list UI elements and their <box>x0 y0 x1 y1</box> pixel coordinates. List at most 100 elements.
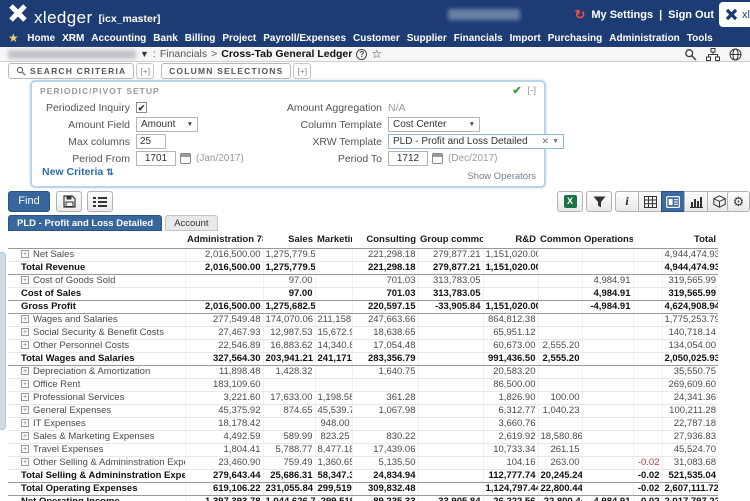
new-criteria-link[interactable]: New Criteria ⇅ <box>42 166 114 178</box>
column-header[interactable]: Total <box>662 232 718 249</box>
nav-item-home[interactable]: Home <box>24 33 59 44</box>
column-template-select[interactable]: Cost Center▼ <box>388 117 480 132</box>
nav-item-administration[interactable]: Administration <box>606 33 684 44</box>
row-label[interactable]: Social Security & Benefit Costs <box>33 327 164 338</box>
info-view-button[interactable]: i <box>615 191 639 212</box>
clear-icon[interactable]: ✕ <box>539 136 553 147</box>
xledger-badge[interactable]: xledger <box>719 2 750 27</box>
column-header[interactable]: Sales <box>263 232 315 249</box>
row-label[interactable]: Total Selling & Admininstration Expenses <box>21 470 185 481</box>
search-icon[interactable] <box>684 48 697 61</box>
column-header[interactable]: Group common <box>418 232 483 249</box>
expand-icon[interactable]: + <box>21 328 29 336</box>
row-label[interactable]: Cost of Goods Sold <box>33 275 115 286</box>
calendar-icon[interactable] <box>180 153 191 164</box>
row-label[interactable]: Gross Profit <box>21 301 76 312</box>
expand-icon[interactable]: + <box>21 367 29 375</box>
max-columns-input[interactable] <box>136 134 166 149</box>
nav-item-supplier[interactable]: Supplier <box>403 33 450 44</box>
row-label[interactable]: General Expenses <box>33 405 111 416</box>
cell <box>582 392 633 405</box>
view-tab[interactable]: PLD - Profit and Loss Detailed <box>8 215 162 231</box>
column-selections-expand[interactable]: [+] <box>293 63 311 79</box>
favorites-star-icon[interactable]: ★ <box>8 31 19 45</box>
row-label[interactable]: Total Operating Expenses <box>21 483 138 494</box>
expand-icon[interactable]: + <box>21 341 29 349</box>
expand-icon[interactable]: + <box>21 250 29 258</box>
row-label[interactable]: Wages and Salaries <box>33 314 118 325</box>
row-label[interactable]: Net Operating Income <box>21 496 120 501</box>
view-tab[interactable]: Account <box>165 215 217 231</box>
nav-item-xrm[interactable]: XRM <box>59 33 88 44</box>
row-label[interactable]: Total Wages and Salaries <box>21 353 135 364</box>
row-label[interactable]: Office Rent <box>33 379 80 390</box>
expand-icon[interactable]: + <box>21 315 29 323</box>
expand-icon[interactable]: + <box>21 445 29 453</box>
excel-export-button[interactable]: X <box>557 191 583 212</box>
filter-button[interactable] <box>586 191 612 212</box>
period-to-input[interactable] <box>388 151 428 166</box>
column-header[interactable]: Common <box>538 232 582 249</box>
expand-icon[interactable]: + <box>21 458 29 466</box>
expand-icon[interactable]: + <box>21 380 29 388</box>
row-label[interactable]: Other Selling & Admininstration Expenses <box>33 457 185 468</box>
nav-item-purchasing[interactable]: Purchasing <box>544 33 605 44</box>
row-label[interactable]: Total Revenue <box>21 262 85 273</box>
calendar-icon[interactable] <box>432 153 443 164</box>
nav-item-customer[interactable]: Customer <box>350 33 404 44</box>
table-view-button[interactable] <box>638 191 662 212</box>
hierarchy-icon[interactable] <box>706 48 720 61</box>
expand-icon[interactable]: + <box>21 276 29 284</box>
row-label[interactable]: Depreciation & Amortization <box>33 366 150 377</box>
my-settings-link[interactable]: My Settings <box>591 9 653 21</box>
nav-item-accounting[interactable]: Accounting <box>88 33 150 44</box>
left-panel-handle[interactable] <box>0 252 6 430</box>
panel-collapse-control[interactable]: [-] <box>528 85 536 96</box>
expand-icon[interactable]: + <box>21 393 29 401</box>
row-label[interactable]: Professional Services <box>33 392 124 403</box>
amount-field-select[interactable]: Amount▼ <box>136 117 198 132</box>
search-criteria-expand[interactable]: [+] <box>136 63 154 79</box>
help-icon[interactable]: ? <box>356 49 367 60</box>
expand-icon[interactable]: + <box>21 419 29 427</box>
pivot-view-button[interactable] <box>661 191 685 212</box>
row-label[interactable]: Sales & Marketing Expenses <box>33 431 154 442</box>
row-label[interactable]: IT Expenses <box>33 418 86 429</box>
period-from-input[interactable] <box>136 151 176 166</box>
column-selections-button[interactable]: COLUMN SELECTIONS <box>161 63 291 79</box>
nav-item-import[interactable]: Import <box>506 33 544 44</box>
settings-button[interactable]: ⚙ <box>727 191 750 212</box>
nav-item-financials[interactable]: Financials <box>450 33 506 44</box>
column-header[interactable]: Consulting <box>352 232 418 249</box>
column-header[interactable]: Operations <box>582 232 633 249</box>
expand-icon[interactable]: + <box>21 432 29 440</box>
favorite-toggle-icon[interactable]: ☆ <box>371 48 382 60</box>
list-button[interactable] <box>87 191 113 212</box>
column-header[interactable]: Administration 789 <box>185 232 263 249</box>
periodized-inquiry-checkbox[interactable]: ✔ <box>136 102 147 113</box>
chart-view-button[interactable] <box>684 191 708 212</box>
row-label[interactable]: Net Sales <box>33 249 74 260</box>
search-criteria-button[interactable]: SEARCH CRITERIA <box>8 63 134 79</box>
find-button[interactable]: Find <box>8 191 50 212</box>
sign-out-link[interactable]: Sign Out <box>668 9 714 21</box>
xrw-template-combo[interactable]: PLD - Profit and Loss Detailed ✕ ▼ <box>388 134 564 149</box>
show-operators-link[interactable]: Show Operators <box>467 171 536 182</box>
row-label[interactable]: Travel Expenses <box>33 444 103 455</box>
expand-icon[interactable]: + <box>21 406 29 414</box>
nav-item-billing[interactable]: Billing <box>181 33 219 44</box>
context-caret-icon[interactable]: ▼ <box>140 49 149 59</box>
globe-icon[interactable] <box>729 48 742 61</box>
chevron-down-icon[interactable]: ▼ <box>552 138 559 145</box>
nav-item-payroll-expenses[interactable]: Payroll/Expenses <box>260 33 350 44</box>
column-header[interactable]: R&D <box>483 232 538 249</box>
xledger-logo[interactable]: xledger [icx_master] <box>8 3 160 28</box>
breadcrumb-section[interactable]: Financials <box>160 48 207 60</box>
nav-item-project[interactable]: Project <box>219 33 260 44</box>
row-label[interactable]: Other Personnel Costs <box>33 340 129 351</box>
save-button[interactable] <box>56 191 82 212</box>
row-label[interactable]: Cost of Sales <box>21 288 81 299</box>
nav-item-tools[interactable]: Tools <box>683 33 716 44</box>
nav-item-bank[interactable]: Bank <box>150 33 181 44</box>
column-header[interactable]: Marketing <box>315 232 352 249</box>
